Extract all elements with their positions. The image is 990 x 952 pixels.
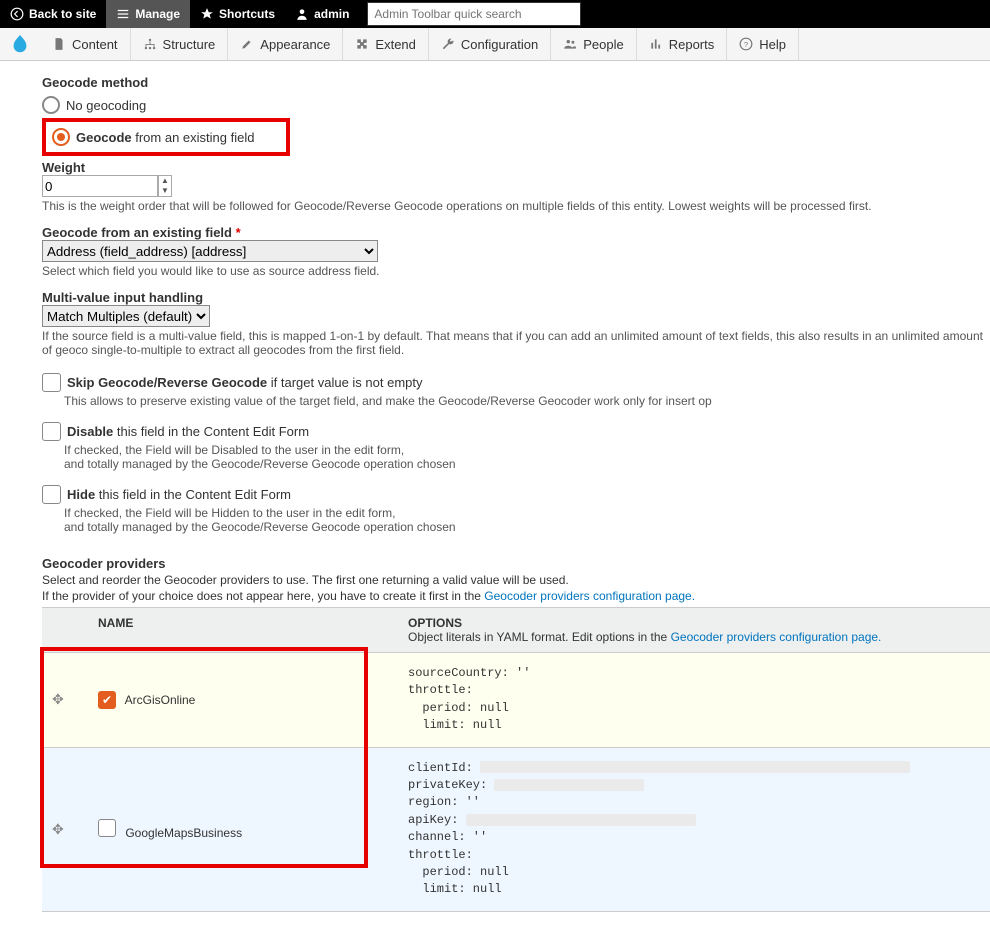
radio-no-geocoding[interactable]: No geocoding	[42, 96, 990, 114]
providers-config-link[interactable]: Geocoder providers configuration page.	[484, 589, 695, 603]
provider-options-yaml: sourceCountry: '' throttle: period: null…	[408, 665, 980, 735]
tab-content-label: Content	[72, 37, 118, 52]
weight-field: ▲▼	[42, 175, 990, 197]
disable-help-2: and totally managed by the Geocode/Rever…	[64, 457, 990, 471]
bar-chart-icon	[649, 37, 663, 51]
drupal-drop-icon	[9, 33, 31, 55]
field-settings-form: Geocode method No geocoding Geocode from…	[0, 61, 990, 952]
provider-name: ArcGisOnline	[125, 693, 196, 707]
multi-value-help: If the source field is a multi-value fie…	[42, 329, 990, 357]
tab-content[interactable]: Content	[40, 28, 131, 60]
toolbar-search	[367, 2, 581, 26]
chevron-down-icon: ▼	[159, 186, 171, 196]
source-field-select[interactable]: Address (field_address) [address]	[42, 240, 378, 262]
provider-checkbox-arcgis[interactable]	[98, 691, 116, 709]
providers-hint: If the provider of your choice does not …	[42, 589, 990, 603]
wrench-icon	[441, 37, 455, 51]
tab-extend-label: Extend	[375, 37, 415, 52]
puzzle-icon	[355, 37, 369, 51]
radio-geocode-existing-highlight: Geocode from an existing field	[42, 118, 290, 156]
radio-geocode-existing-label: Geocode from an existing field	[76, 130, 254, 145]
tab-extend[interactable]: Extend	[343, 28, 428, 60]
tab-appearance[interactable]: Appearance	[228, 28, 343, 60]
people-icon	[563, 37, 577, 51]
checkbox-icon	[42, 373, 61, 392]
col-options: OPTIONS Object literals in YAML format. …	[398, 608, 990, 653]
radio-icon	[42, 96, 60, 114]
tab-help-label: Help	[759, 37, 786, 52]
checkbox-disable-field-label: Disable this field in the Content Edit F…	[67, 424, 309, 439]
provider-row-arcgis: ✥ ArcGisOnline sourceCountry: '' throttl…	[42, 653, 990, 748]
multi-value-select[interactable]: Match Multiples (default)	[42, 305, 210, 327]
tab-reports-label: Reports	[669, 37, 715, 52]
provider-options-yaml: clientId: privateKey: region: '' apiKey:…	[408, 760, 980, 899]
providers-table: NAME OPTIONS Object literals in YAML for…	[42, 607, 990, 912]
skip-help: This allows to preserve existing value o…	[64, 394, 990, 408]
tab-help[interactable]: ? Help	[727, 28, 799, 60]
tab-people[interactable]: People	[551, 28, 636, 60]
star-icon	[200, 7, 214, 21]
hamburger-icon	[116, 7, 130, 21]
back-to-site-label: Back to site	[29, 7, 96, 21]
chevron-left-icon	[10, 7, 24, 21]
tab-configuration[interactable]: Configuration	[429, 28, 551, 60]
checkbox-hide-field[interactable]: Hide this field in the Content Edit Form	[42, 485, 990, 504]
shortcuts-label: Shortcuts	[219, 7, 275, 21]
provider-name: GoogleMapsBusiness	[125, 826, 242, 840]
disable-help-1: If checked, the Field will be Disabled t…	[64, 443, 990, 457]
drag-handle-icon[interactable]: ✥	[52, 691, 64, 707]
geocode-method-label: Geocode method	[42, 75, 990, 90]
user-label: admin	[314, 7, 349, 21]
col-name: NAME	[88, 608, 398, 653]
weight-input[interactable]	[42, 175, 158, 197]
paintbrush-icon	[240, 37, 254, 51]
shortcuts-link[interactable]: Shortcuts	[190, 0, 285, 28]
hierarchy-icon	[143, 37, 157, 51]
drag-handle-icon[interactable]: ✥	[52, 821, 64, 837]
weight-help: This is the weight order that will be fo…	[42, 199, 990, 213]
hide-help-1: If checked, the Field will be Hidden to …	[64, 506, 990, 520]
tab-people-label: People	[583, 37, 623, 52]
manage-link[interactable]: Manage	[106, 0, 190, 28]
weight-label: Weight	[42, 160, 990, 175]
checkbox-icon	[42, 485, 61, 504]
radio-icon-checked	[52, 128, 70, 146]
admin-menu: Content Structure Appearance Extend Conf…	[0, 28, 990, 61]
help-icon: ?	[739, 37, 753, 51]
providers-desc: Select and reorder the Geocoder provider…	[42, 573, 990, 587]
file-icon	[52, 37, 66, 51]
checkbox-skip-geocode-label: Skip Geocode/Reverse Geocode if target v…	[67, 375, 423, 390]
checkbox-disable-field[interactable]: Disable this field in the Content Edit F…	[42, 422, 990, 441]
provider-row-googlemaps: ✥ GoogleMapsBusiness clientId: privateKe…	[42, 747, 990, 911]
source-field-label: Geocode from an existing field *	[42, 225, 990, 240]
providers-table-wrapper: NAME OPTIONS Object literals in YAML for…	[42, 607, 990, 912]
weight-spinner[interactable]: ▲▼	[158, 175, 172, 197]
svg-text:?: ?	[744, 40, 748, 49]
tab-structure-label: Structure	[163, 37, 216, 52]
manage-label: Manage	[135, 7, 180, 21]
admin-toolbar: Back to site Manage Shortcuts admin	[0, 0, 990, 28]
radio-geocode-existing[interactable]: Geocode from an existing field	[52, 128, 254, 146]
providers-options-config-link[interactable]: Geocoder providers configuration page.	[671, 630, 882, 644]
checkbox-icon	[42, 422, 61, 441]
back-to-site-link[interactable]: Back to site	[0, 0, 106, 28]
user-icon	[295, 7, 309, 21]
tab-reports[interactable]: Reports	[637, 28, 728, 60]
checkbox-skip-geocode[interactable]: Skip Geocode/Reverse Geocode if target v…	[42, 373, 990, 392]
chevron-up-icon: ▲	[159, 176, 171, 186]
tab-structure[interactable]: Structure	[131, 28, 229, 60]
user-link[interactable]: admin	[285, 0, 359, 28]
source-field-help: Select which field you would like to use…	[42, 264, 990, 278]
providers-heading: Geocoder providers	[42, 556, 990, 571]
tab-configuration-label: Configuration	[461, 37, 538, 52]
hide-help-2: and totally managed by the Geocode/Rever…	[64, 520, 990, 534]
checkbox-hide-field-label: Hide this field in the Content Edit Form	[67, 487, 291, 502]
multi-value-label: Multi-value input handling	[42, 290, 990, 305]
drupal-logo[interactable]	[0, 33, 40, 55]
provider-checkbox-googlemaps[interactable]	[98, 819, 116, 837]
radio-no-geocoding-label: No geocoding	[66, 98, 146, 113]
tab-appearance-label: Appearance	[260, 37, 330, 52]
toolbar-search-input[interactable]	[367, 2, 581, 26]
